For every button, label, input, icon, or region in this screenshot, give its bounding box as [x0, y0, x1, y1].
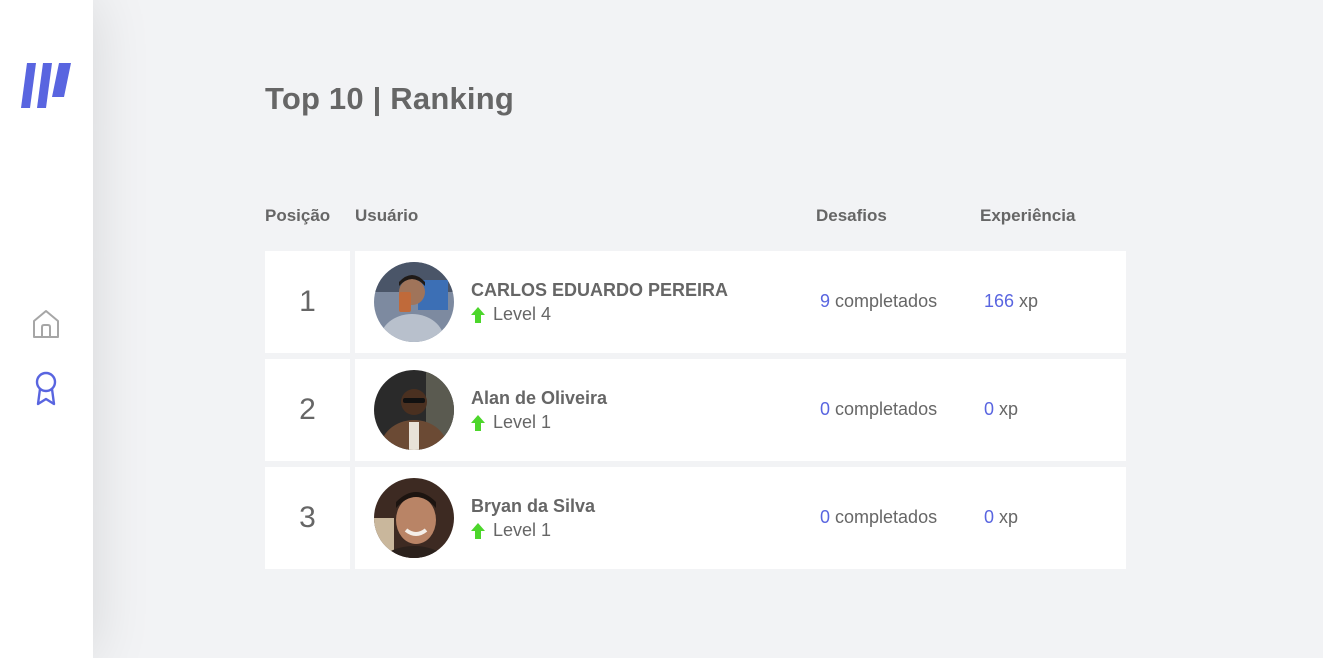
xp-suffix: xp: [994, 399, 1019, 419]
challenges-count: 0: [820, 507, 831, 527]
row-position: 2: [265, 359, 350, 461]
user-level-label: Level 1: [493, 412, 552, 432]
level-up-icon: [471, 306, 485, 323]
sidebar-item-ranking[interactable]: [28, 371, 64, 407]
experience-value: 0 xp: [984, 507, 1018, 528]
header-user: Usuário: [355, 206, 419, 225]
ranking-table-header: Posição Usuário Desafios Experiência: [265, 206, 1126, 230]
user-level: Level 4: [471, 304, 551, 325]
user-name: Bryan da Silva: [471, 496, 596, 516]
table-row: 3 Bryan da Silva Level 1 0 completados 0…: [265, 467, 1126, 569]
award-icon: [35, 371, 57, 406]
sidebar: [0, 0, 93, 658]
row-position: 1: [265, 251, 350, 353]
user-level-label: Level 4: [493, 304, 552, 324]
ranking-table: 1 CARLOS EDUARDO PEREIRA Level 4 9 compl…: [265, 251, 1126, 575]
user-level: Level 1: [471, 412, 551, 433]
logo-icon: [21, 63, 71, 108]
challenges-suffix: completados: [830, 507, 938, 527]
challenges-count: 9: [820, 291, 831, 311]
header-challenges: Desafios: [816, 206, 887, 225]
challenges-completed: 0 completados: [820, 507, 937, 528]
user-name: Alan de Oliveira: [471, 388, 608, 408]
xp-suffix: xp: [1014, 291, 1039, 311]
row-details: Alan de Oliveira Level 1 0 completados 0…: [355, 359, 1126, 461]
table-row: 1 CARLOS EDUARDO PEREIRA Level 4 9 compl…: [265, 251, 1126, 353]
page-title: Top 10 | Ranking: [265, 81, 514, 116]
xp-count: 0: [984, 399, 995, 419]
header-experience: Experiência: [980, 206, 1076, 225]
level-up-icon: [471, 522, 485, 539]
challenges-completed: 0 completados: [820, 399, 937, 420]
avatar: [374, 262, 454, 342]
table-row: 2 Alan de Oliveira Level 1 0 completados…: [265, 359, 1126, 461]
user-level-label: Level 1: [493, 520, 552, 540]
challenges-suffix: completados: [830, 291, 938, 311]
sidebar-item-home[interactable]: [28, 306, 64, 342]
avatar: [374, 370, 454, 450]
xp-count: 166: [984, 291, 1015, 311]
xp-count: 0: [984, 507, 995, 527]
row-position: 3: [265, 467, 350, 569]
row-details: CARLOS EDUARDO PEREIRA Level 4 9 complet…: [355, 251, 1126, 353]
experience-value: 166 xp: [984, 291, 1038, 312]
user-level: Level 1: [471, 520, 551, 541]
home-icon: [33, 310, 59, 338]
user-name: CARLOS EDUARDO PEREIRA: [471, 280, 729, 300]
row-details: Bryan da Silva Level 1 0 completados 0 x…: [355, 467, 1126, 569]
main-content: Top 10 | Ranking Posição Usuário Desafio…: [93, 0, 1323, 658]
xp-suffix: xp: [994, 507, 1019, 527]
challenges-completed: 9 completados: [820, 291, 937, 312]
avatar: [374, 478, 454, 558]
challenges-suffix: completados: [830, 399, 938, 419]
experience-value: 0 xp: [984, 399, 1018, 420]
header-position: Posição: [265, 206, 331, 225]
challenges-count: 0: [820, 399, 831, 419]
level-up-icon: [471, 414, 485, 431]
